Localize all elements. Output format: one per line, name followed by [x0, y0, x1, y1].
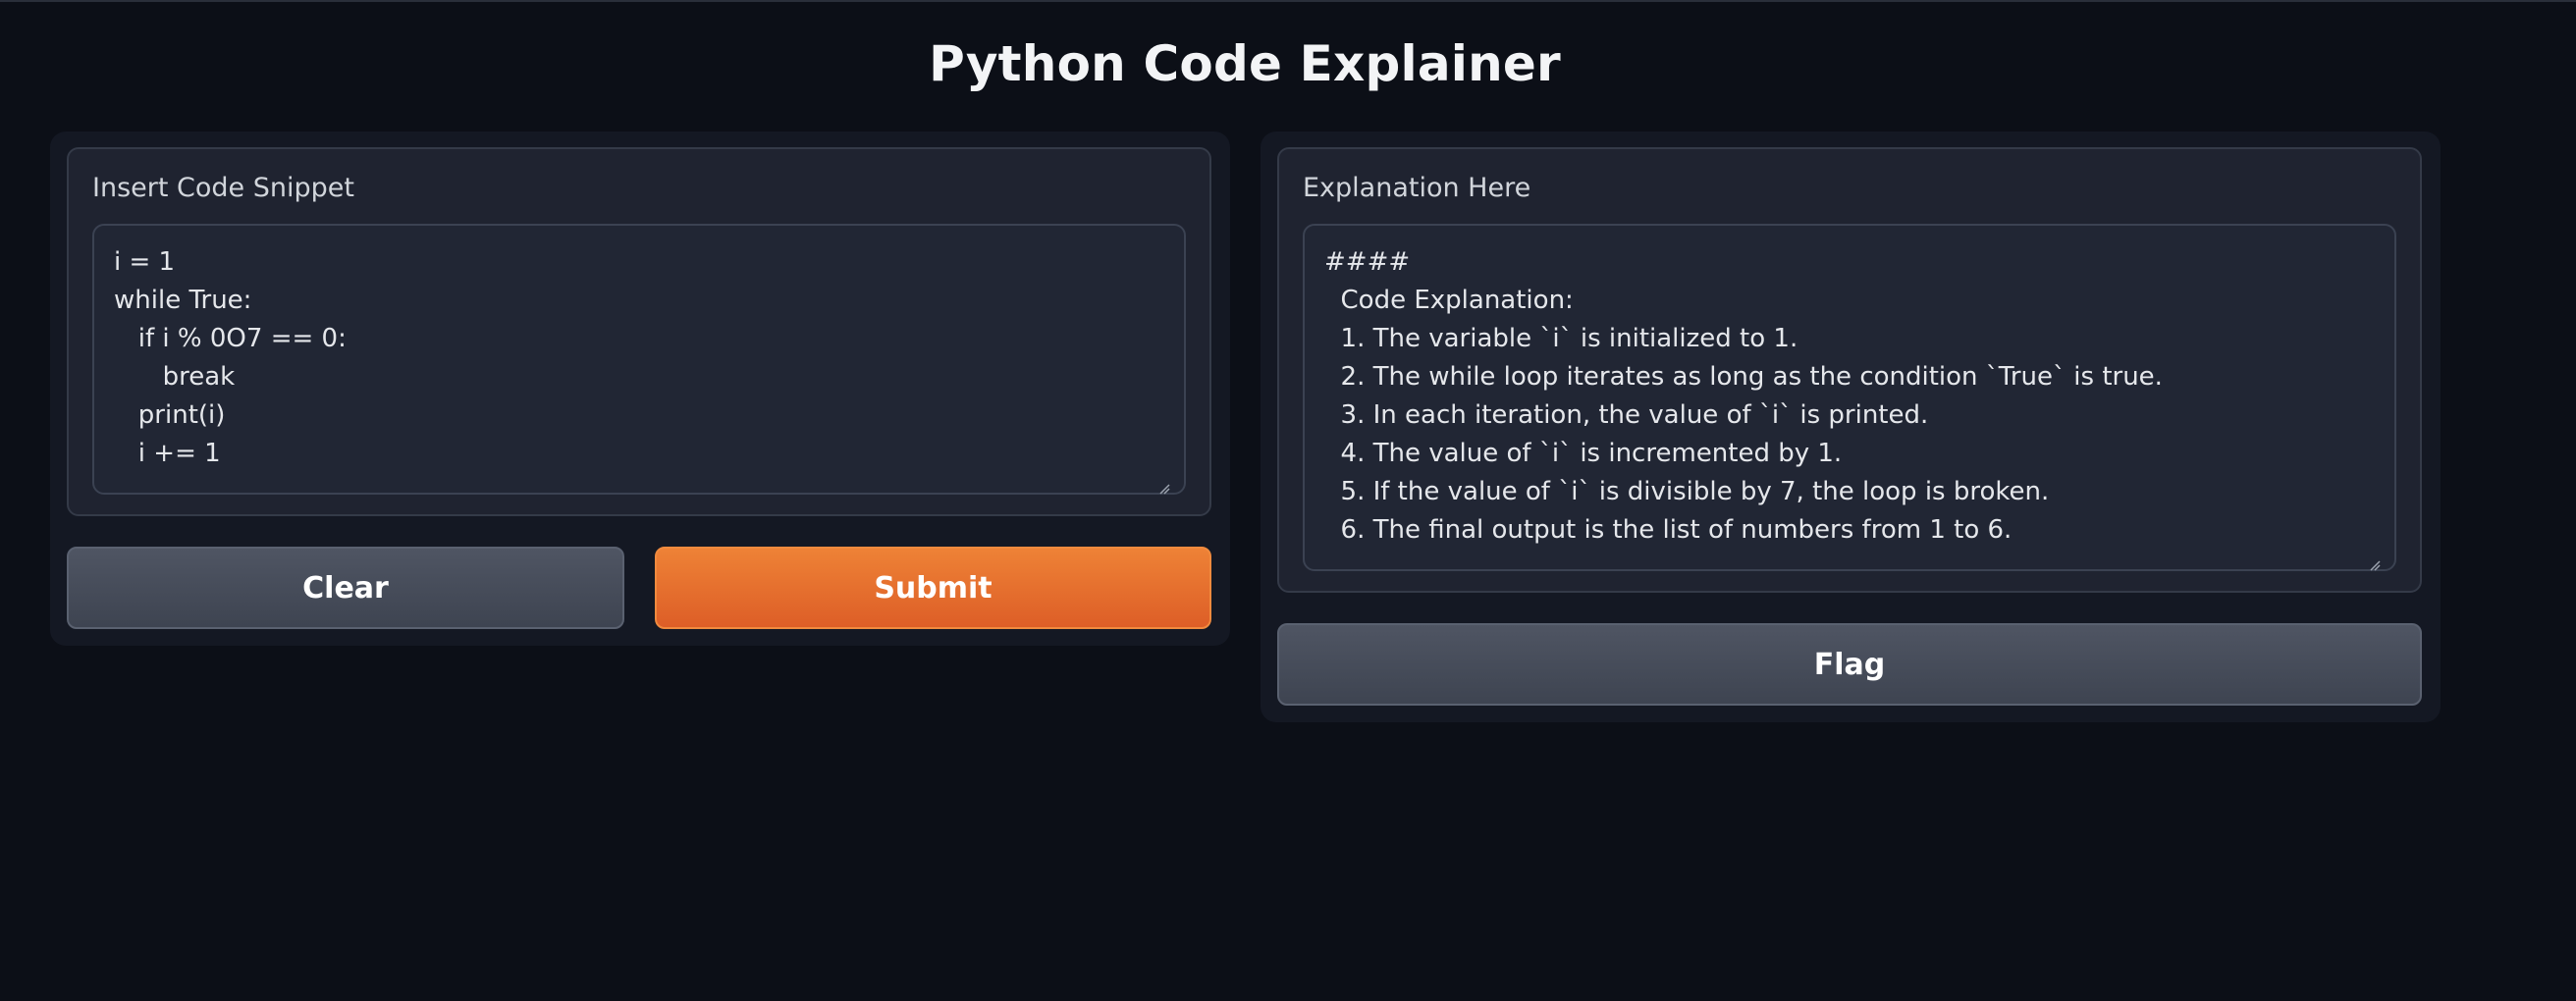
output-column: Explanation Here #### Code Explanation: …	[1261, 132, 2441, 722]
submit-button[interactable]: Submit	[655, 547, 1211, 629]
explanation-textarea[interactable]: #### Code Explanation: 1. The variable `…	[1303, 224, 2396, 571]
resize-grip-icon[interactable]	[2369, 559, 2381, 571]
code-input-label: Insert Code Snippet	[92, 173, 354, 203]
code-input-textarea[interactable]: i = 1 while True: if i % 0O7 == 0: break…	[92, 224, 1186, 495]
page-title: Python Code Explainer	[929, 35, 1561, 92]
clear-button[interactable]: Clear	[67, 547, 624, 629]
explanation-label: Explanation Here	[1303, 173, 1531, 203]
flag-button[interactable]: Flag	[1277, 623, 2422, 706]
resize-grip-icon[interactable]	[1158, 483, 1170, 495]
code-input-block: Insert Code Snippet i = 1 while True: if…	[67, 147, 1211, 516]
input-column: Insert Code Snippet i = 1 while True: if…	[50, 132, 1230, 646]
explanation-block: Explanation Here #### Code Explanation: …	[1277, 147, 2422, 593]
top-border	[0, 0, 2576, 2]
